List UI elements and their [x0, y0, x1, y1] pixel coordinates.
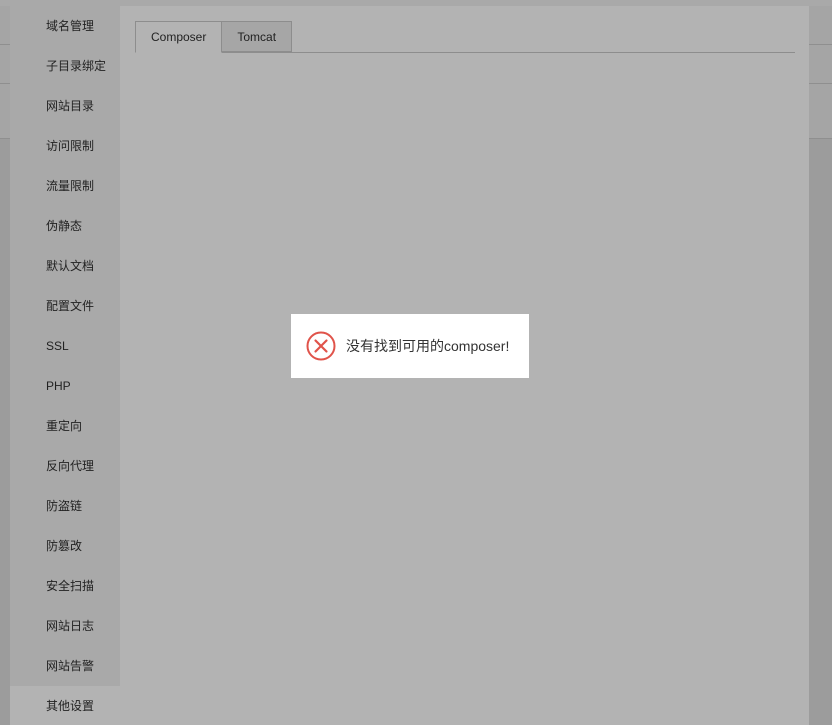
sidebar-item-site-alerts[interactable]: 网站告警 [10, 646, 120, 686]
sidebar-item-config-file[interactable]: 配置文件 [10, 286, 120, 326]
sidebar-item-tamper-protection[interactable]: 防篡改 [10, 526, 120, 566]
tab-composer[interactable]: Composer [135, 21, 223, 53]
sidebar-item-domain-management[interactable]: 域名管理 [10, 6, 120, 46]
sidebar-item-subdirectory-binding[interactable]: 子目录绑定 [10, 46, 120, 86]
sidebar-item-reverse-proxy[interactable]: 反向代理 [10, 446, 120, 486]
sidebar-item-access-restriction[interactable]: 访问限制 [10, 126, 120, 166]
sidebar-item-site-directory[interactable]: 网站目录 [10, 86, 120, 126]
tab-bar: Composer Tomcat [135, 21, 795, 53]
sidebar-item-ssl[interactable]: SSL [10, 326, 120, 366]
sidebar-item-redirect[interactable]: 重定向 [10, 406, 120, 446]
sidebar-item-php[interactable]: PHP [10, 366, 120, 406]
sidebar-item-traffic-limit[interactable]: 流量限制 [10, 166, 120, 206]
settings-sidebar: 域名管理 子目录绑定 网站目录 访问限制 流量限制 伪静态 默认文档 配置文件 … [10, 6, 120, 725]
sidebar-item-default-document[interactable]: 默认文档 [10, 246, 120, 286]
sidebar-item-site-logs[interactable]: 网站日志 [10, 606, 120, 646]
toast-message: 没有找到可用的composer! [346, 338, 510, 354]
sidebar-item-hotlink-protection[interactable]: 防盗链 [10, 486, 120, 526]
sidebar-item-security-scan[interactable]: 安全扫描 [10, 566, 120, 606]
error-toast: 没有找到可用的composer! [291, 314, 529, 378]
sidebar-item-other-settings[interactable]: 其他设置 [10, 686, 120, 725]
tab-tomcat[interactable]: Tomcat [221, 21, 293, 52]
error-circle-x-icon [306, 331, 336, 361]
sidebar-item-rewrite[interactable]: 伪静态 [10, 206, 120, 246]
